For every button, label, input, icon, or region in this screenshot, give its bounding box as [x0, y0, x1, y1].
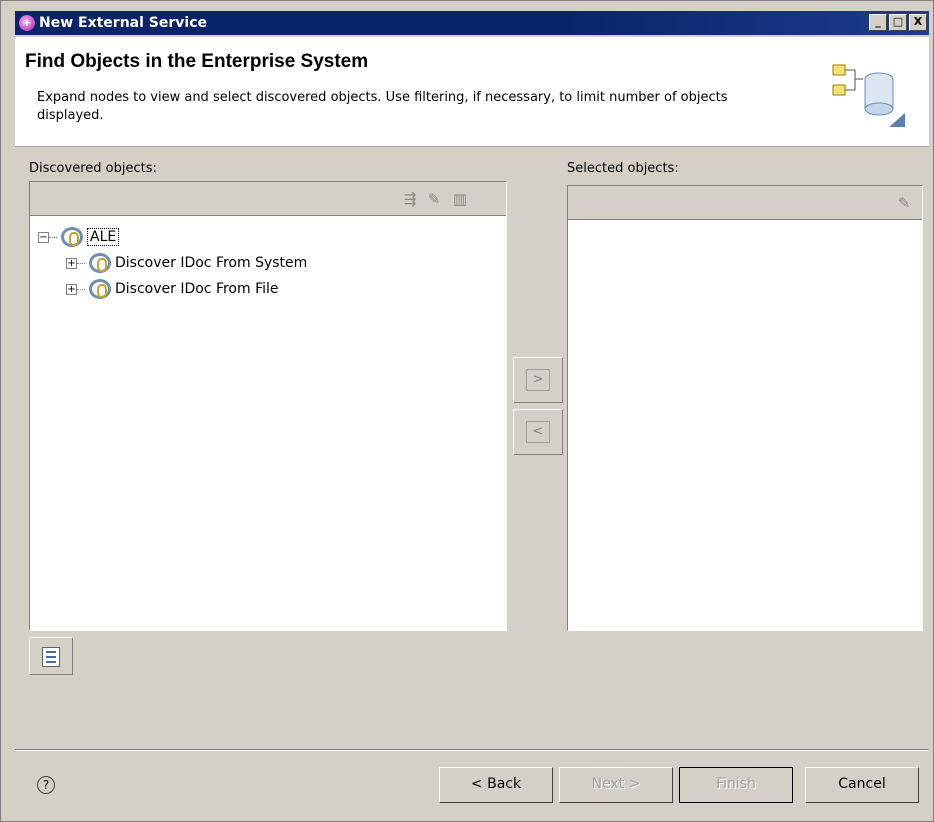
- page-description: Expand nodes to view and select discover…: [37, 90, 728, 123]
- finish-button[interactable]: Finish: [679, 767, 793, 803]
- adapter-icon: [61, 227, 83, 247]
- minimize-button[interactable]: _: [869, 14, 887, 31]
- tree-node-discover-idoc-system[interactable]: + Discover IDoc From System: [38, 250, 307, 276]
- tree-node-label[interactable]: Discover IDoc From System: [115, 255, 307, 271]
- discovered-tree: − ALE + Discover IDoc From System + Disc…: [38, 224, 307, 302]
- dialog-window: + New External Service _ □ X Find Object…: [0, 0, 934, 822]
- close-button[interactable]: X: [909, 14, 927, 31]
- next-button[interactable]: Next >: [559, 767, 673, 803]
- selected-toolbar: ✎: [568, 186, 922, 220]
- adapter-icon: [89, 279, 111, 299]
- properties-button[interactable]: [29, 637, 73, 675]
- arrow-left-icon: <: [526, 421, 550, 443]
- footer-separator: [15, 749, 929, 751]
- back-button[interactable]: < Back: [439, 767, 553, 803]
- tree-connector: [77, 288, 85, 290]
- adapter-icon: [89, 253, 111, 273]
- edit-icon[interactable]: ✎: [424, 190, 444, 208]
- title-bar[interactable]: + New External Service _ □ X: [15, 11, 929, 35]
- expand-toggle[interactable]: +: [66, 257, 77, 269]
- cancel-button[interactable]: Cancel: [805, 767, 919, 803]
- remove-selected-button[interactable]: <: [513, 409, 563, 455]
- discovered-objects-label: Discovered objects:: [29, 161, 157, 176]
- book-icon[interactable]: ▥: [450, 190, 470, 208]
- collapse-toggle[interactable]: −: [38, 231, 49, 243]
- selected-objects-panel: ✎: [567, 185, 923, 631]
- properties-list-icon: [42, 647, 60, 667]
- app-icon: +: [19, 15, 35, 31]
- tree-connector: [77, 262, 85, 264]
- add-selected-button[interactable]: >: [513, 357, 563, 403]
- tree-node-label[interactable]: ALE: [87, 228, 120, 246]
- tree-connector: [49, 236, 57, 238]
- window-title: New External Service: [39, 15, 207, 31]
- maximize-button[interactable]: □: [889, 14, 907, 31]
- selected-objects-label: Selected objects:: [567, 161, 679, 176]
- enterprise-system-icon: [832, 64, 905, 127]
- tree-node-label[interactable]: Discover IDoc From File: [115, 281, 279, 297]
- help-icon[interactable]: ?: [37, 776, 55, 794]
- window-controls: _ □ X: [869, 14, 927, 31]
- discovered-toolbar: ⇶ ✎ ▥: [30, 182, 506, 216]
- edit-icon[interactable]: ✎: [894, 194, 914, 212]
- header-banner: Find Objects in the Enterprise System Ex…: [15, 37, 929, 147]
- discovered-objects-panel: ⇶ ✎ ▥ − ALE + Discover IDoc From System …: [29, 181, 507, 631]
- expand-toggle[interactable]: +: [66, 283, 77, 295]
- filter-icon[interactable]: ⇶: [400, 190, 420, 208]
- page-title: Find Objects in the Enterprise System: [25, 51, 369, 72]
- tree-node-ale[interactable]: − ALE: [38, 224, 307, 250]
- tree-node-discover-idoc-file[interactable]: + Discover IDoc From File: [38, 276, 307, 302]
- arrow-right-icon: >: [526, 369, 550, 391]
